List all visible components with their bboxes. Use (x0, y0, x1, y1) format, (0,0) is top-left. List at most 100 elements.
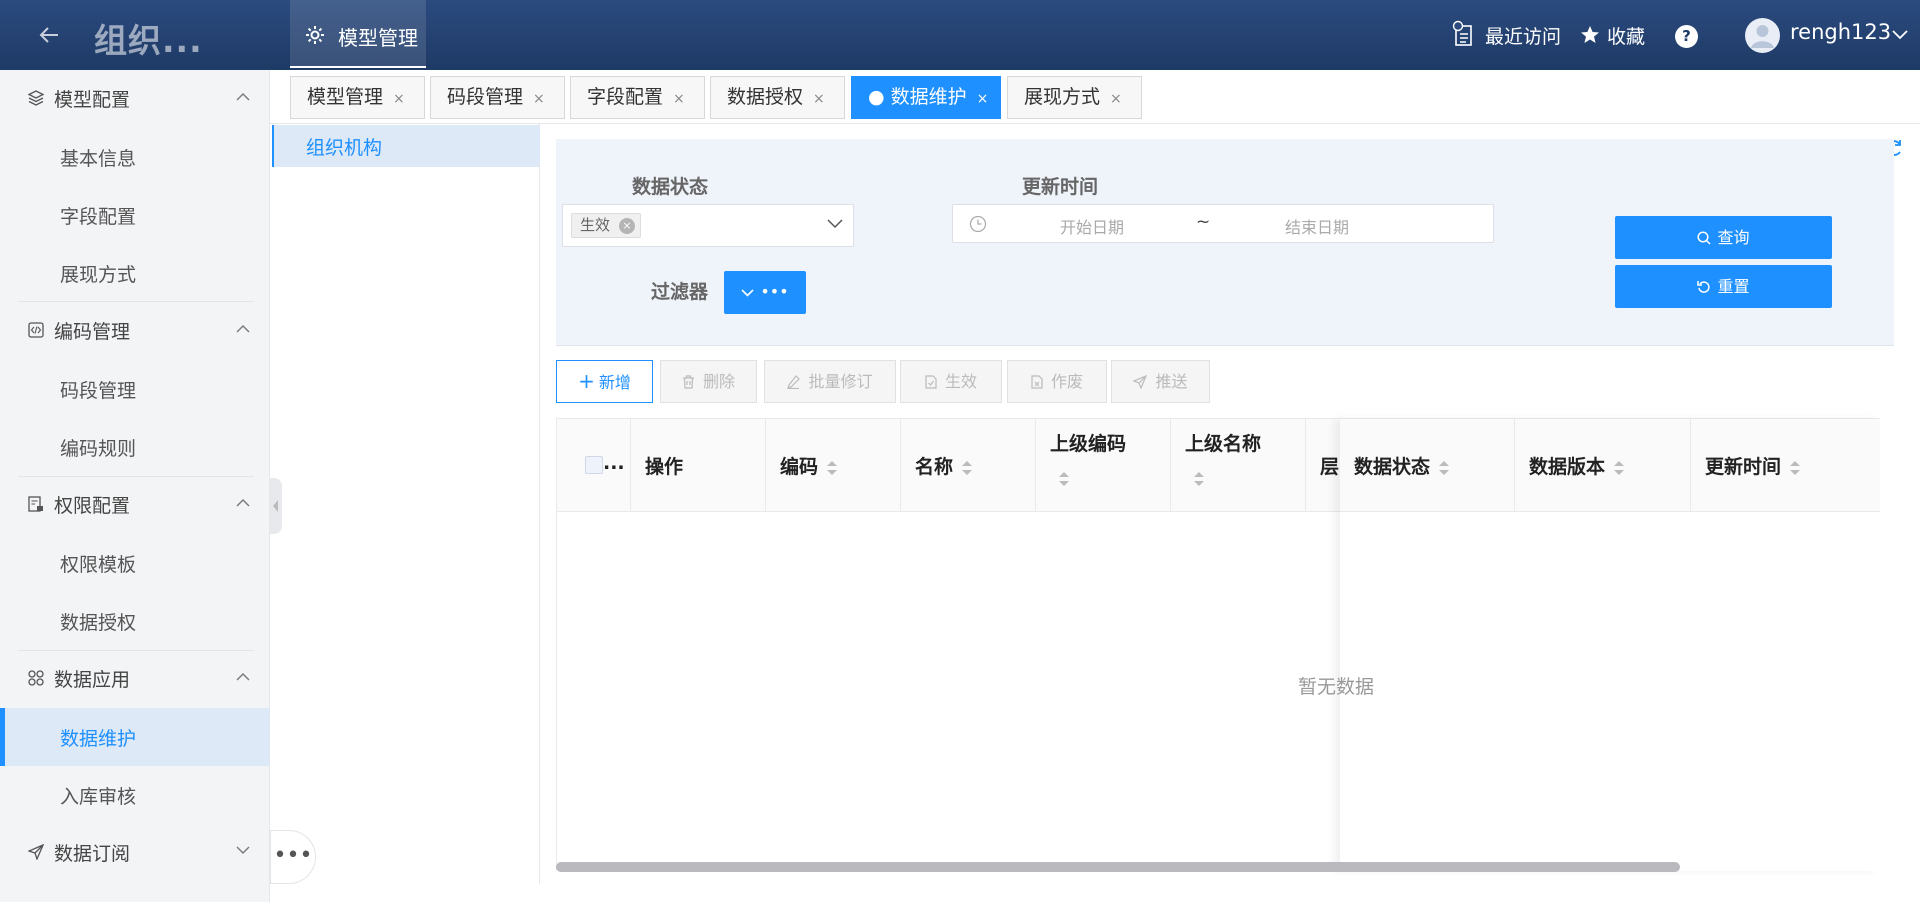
query-button[interactable]: 查询 (1615, 216, 1832, 259)
sidebar: 模型配置 基本信息 字段配置 展现方式 编码管理 码段管理 编码规则 权限配置 … (0, 70, 270, 902)
chevron-up-icon (236, 499, 250, 507)
add-label: 新增 (598, 373, 631, 392)
sort-icon[interactable] (826, 460, 838, 476)
sidebar-item-display-mode[interactable]: 展现方式 (0, 244, 270, 302)
column-header-data-status[interactable]: 数据状态 (1340, 419, 1515, 512)
clock-icon (969, 215, 987, 233)
select-all-checkbox[interactable] (585, 456, 603, 474)
tree-node-org[interactable]: 组织机构 (272, 125, 540, 167)
tab-close-icon[interactable]: × (533, 91, 545, 107)
username[interactable]: rengh123 (1790, 20, 1891, 44)
sidebar-group-data-subscription[interactable]: 数据订阅 (0, 824, 270, 880)
back-arrow-icon[interactable] (34, 20, 64, 50)
activate-button[interactable]: 生效 (900, 360, 1002, 403)
column-header-label: 数据状态 (1354, 456, 1431, 478)
sidebar-item-basic-info[interactable]: 基本信息 (0, 128, 270, 186)
top-header: 组织... 模型管理 最近访问 收藏 ? rengh123 (0, 0, 1920, 70)
tab-display-mode[interactable]: 展现方式 × (1007, 76, 1142, 119)
sidebar-group-code-management[interactable]: 编码管理 (0, 302, 270, 358)
column-header-label: 名称 (915, 456, 954, 478)
chevron-down-icon[interactable] (1892, 30, 1908, 40)
sidebar-item-code-rules[interactable]: 编码规则 (0, 418, 270, 476)
chevron-down-icon (741, 288, 754, 297)
tab-close-icon[interactable]: × (673, 91, 685, 107)
tab-close-icon[interactable]: × (1110, 91, 1122, 107)
tab-segment-management[interactable]: 码段管理 × (430, 76, 565, 119)
sidebar-item-storage-review[interactable]: 入库审核 (0, 766, 270, 824)
favorites-link[interactable]: 收藏 (1607, 22, 1645, 49)
filter-dropdown-button[interactable]: ••• (724, 271, 806, 314)
push-button[interactable]: 推送 (1111, 360, 1210, 403)
sort-icon[interactable] (1789, 460, 1801, 476)
tab-model-management[interactable]: 模型管理 × (290, 76, 425, 119)
batch-edit-button[interactable]: 批量修订 (764, 360, 896, 403)
layers-icon (28, 90, 44, 106)
module-tab-model-management[interactable]: 模型管理 (290, 0, 426, 68)
recent-visits-icon[interactable] (1452, 20, 1474, 48)
push-label: 推送 (1155, 372, 1188, 391)
void-label: 作废 (1050, 372, 1083, 391)
column-header-parent-name[interactable]: 上级名称 (1171, 419, 1306, 512)
reset-button[interactable]: 重置 (1615, 265, 1832, 308)
sort-icon[interactable] (1613, 460, 1625, 476)
data-status-select[interactable]: 生效 × (562, 204, 854, 247)
select-column-more: ... (603, 452, 625, 474)
column-header-name[interactable]: 名称 (901, 419, 1036, 512)
start-date-input[interactable]: 开始日期 (1060, 214, 1124, 238)
horizontal-scrollbar[interactable] (556, 862, 1680, 872)
sidebar-item-field-config[interactable]: 字段配置 (0, 186, 270, 244)
sidebar-group-model-config[interactable]: 模型配置 (0, 70, 270, 126)
tab-data-authorization[interactable]: 数据授权 × (710, 76, 845, 119)
sort-icon[interactable] (1193, 471, 1205, 487)
tab-label: 模型管理 (307, 86, 384, 108)
sidebar-group-label: 模型配置 (54, 89, 131, 111)
delete-label: 删除 (702, 372, 735, 391)
column-header-data-version[interactable]: 数据版本 (1515, 419, 1691, 512)
avatar[interactable] (1745, 18, 1780, 53)
tab-close-icon[interactable]: × (393, 91, 405, 107)
chevron-down-icon (827, 219, 843, 229)
tag-close-icon[interactable]: × (619, 218, 636, 234)
column-header-update-time[interactable]: 更新时间 (1691, 419, 1880, 512)
sidebar-item-data-authorization[interactable]: 数据授权 (0, 592, 270, 650)
tree-node-label: 组织机构 (306, 137, 383, 159)
trash-icon (682, 375, 694, 389)
delete-button[interactable]: 删除 (660, 360, 757, 403)
sidebar-item-label: 字段配置 (60, 206, 137, 228)
sort-icon[interactable] (1438, 460, 1450, 476)
tab-close-icon[interactable]: × (813, 91, 825, 107)
add-button[interactable]: + 新增 (556, 360, 653, 403)
filter-panel: 数据状态 生效 × 更新时间 开始日期 ~ 结束日期 过滤器 ••• 查询 重置 (556, 139, 1894, 346)
tab-field-config[interactable]: 字段配置 × (570, 76, 705, 119)
update-time-label: 更新时间 (1022, 176, 1099, 198)
sidebar-item-label: 权限模板 (60, 554, 137, 576)
recent-visits-link[interactable]: 最近访问 (1485, 22, 1561, 49)
status-tag: 生效 × (571, 213, 642, 238)
update-time-range[interactable]: 开始日期 ~ 结束日期 (952, 204, 1494, 243)
column-header-code[interactable]: 编码 (766, 419, 901, 512)
sort-icon[interactable] (961, 460, 973, 476)
sidebar-item-label: 数据授权 (60, 612, 137, 634)
tab-close-icon[interactable]: × (977, 91, 989, 107)
sidebar-item-permission-template[interactable]: 权限模板 (0, 534, 270, 592)
sidebar-group-permission-config[interactable]: 权限配置 (0, 476, 270, 532)
void-button[interactable]: 作废 (1007, 360, 1107, 403)
sidebar-group-data-application[interactable]: 数据应用 (0, 650, 270, 706)
column-header-label: 上级编码 (1050, 433, 1127, 455)
sidebar-item-data-maintenance[interactable]: 数据维护 (0, 708, 270, 766)
column-header-label: 上级名称 (1185, 433, 1262, 455)
tab-data-maintenance[interactable]: ● 数据维护 × (851, 76, 1001, 119)
permission-icon (28, 496, 43, 512)
plus-icon: + (578, 369, 595, 393)
sidebar-item-segment-management[interactable]: 码段管理 (0, 360, 270, 418)
tab-label: 展现方式 (1024, 86, 1101, 108)
sort-icon[interactable] (1058, 471, 1070, 487)
end-date-input[interactable]: 结束日期 (1285, 214, 1349, 238)
tab-label: 数据授权 (727, 86, 804, 108)
module-tab-label: 模型管理 (338, 26, 418, 50)
send-icon (1132, 374, 1148, 390)
reset-label: 重置 (1717, 277, 1750, 296)
column-header-parent-code[interactable]: 上级编码 (1036, 419, 1171, 512)
star-icon[interactable] (1580, 25, 1600, 45)
help-icon[interactable]: ? (1675, 25, 1698, 48)
